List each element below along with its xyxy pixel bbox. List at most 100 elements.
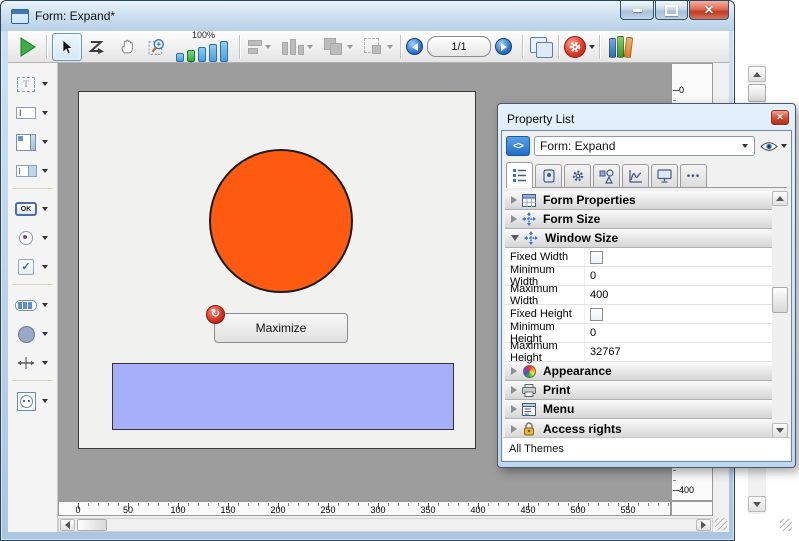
toolbox-item-label[interactable]: T xyxy=(8,71,57,97)
scroll-right-button[interactable] xyxy=(696,519,711,531)
pan-tool-button[interactable] xyxy=(112,33,142,61)
library-button[interactable] xyxy=(609,36,633,58)
window-resize-grip[interactable] xyxy=(715,518,727,530)
panel-status-bar: All Themes xyxy=(503,437,790,460)
tab-more[interactable]: ••• xyxy=(680,164,707,187)
zoom-tool-button[interactable] xyxy=(142,33,172,61)
toolbox-item-socket[interactable] xyxy=(8,388,57,414)
dropdown-arrow-icon[interactable] xyxy=(42,169,48,173)
group-menu[interactable]: Menu xyxy=(505,400,778,419)
ellipse-widget[interactable] xyxy=(209,149,353,293)
dropdown-arrow-icon[interactable] xyxy=(42,82,48,86)
group-form-size[interactable]: Form Size xyxy=(505,210,778,229)
fixed-width-checkbox[interactable] xyxy=(590,251,603,264)
property-row-maximum-height[interactable]: Maximum Height 32767 xyxy=(505,343,778,362)
object-selector-combobox[interactable]: Form: Expand xyxy=(534,136,755,156)
rectangle-widget[interactable] xyxy=(112,363,454,430)
toolbox-item-text-edit[interactable]: I xyxy=(8,100,57,126)
minimum-height-value[interactable]: 0 xyxy=(584,324,778,342)
form-surface[interactable]: ↻ Maximize xyxy=(78,91,476,449)
zoom-level-control[interactable]: 100% xyxy=(176,31,231,62)
align-tool-button-disabled xyxy=(248,40,271,54)
magnifier-icon xyxy=(148,37,167,56)
page-indicator[interactable]: 1/1 xyxy=(427,36,491,57)
run-button[interactable] xyxy=(12,33,42,61)
toolbox-item-radio-button[interactable] xyxy=(8,225,57,251)
scroll-thumb[interactable] xyxy=(77,519,107,531)
dropdown-arrow-icon[interactable] xyxy=(42,140,48,144)
maximize-button[interactable] xyxy=(655,1,688,20)
tab-order-tool-button[interactable] xyxy=(82,33,112,61)
bg-scroll-up-button[interactable] xyxy=(748,66,766,82)
dropdown-arrow-icon[interactable] xyxy=(42,236,48,240)
dropdown-arrow-icon[interactable] xyxy=(42,303,48,307)
group-print[interactable]: Print xyxy=(505,381,778,400)
expander-collapsed-icon xyxy=(511,405,517,413)
close-button[interactable]: ✕ xyxy=(689,1,729,20)
toolbox-item-check-box[interactable]: ✓ xyxy=(8,254,57,280)
dropdown-arrow-icon[interactable] xyxy=(42,399,48,403)
tab-display[interactable] xyxy=(651,164,678,187)
dropdown-arrow-icon[interactable] xyxy=(42,265,48,269)
property-grid: Form Properties Form Size Window Size Fi… xyxy=(505,191,778,438)
property-grid-scrollbar[interactable] xyxy=(772,191,788,438)
grid-scroll-up-button[interactable] xyxy=(772,191,788,206)
toolbox-item-list-box[interactable] xyxy=(8,129,57,155)
dropdown-arrow-icon[interactable] xyxy=(42,111,48,115)
background-window-resize-grip[interactable] xyxy=(780,519,792,531)
toolbox-item-splitter[interactable] xyxy=(8,350,57,376)
toolbox-item-combo-box[interactable]: I xyxy=(8,158,57,184)
next-page-button[interactable] xyxy=(495,38,512,55)
group-appearance[interactable]: Appearance xyxy=(505,362,778,381)
previous-page-button[interactable] xyxy=(406,38,423,55)
title-bar[interactable]: Form: Expand* ✕ xyxy=(1,1,734,31)
maximum-width-value[interactable]: 400 xyxy=(584,286,778,304)
visibility-dropdown-arrow-icon[interactable] xyxy=(781,144,787,148)
group-window-size[interactable]: Window Size xyxy=(505,229,778,248)
zoom-bars[interactable] xyxy=(176,41,231,62)
grid-scroll-down-button[interactable] xyxy=(772,423,788,438)
zoom-bar[interactable] xyxy=(209,44,217,62)
zoom-bar[interactable] xyxy=(198,47,206,62)
horizontal-scrollbar[interactable] xyxy=(58,518,713,532)
maximize-widget-button[interactable]: ↻ Maximize xyxy=(214,313,348,343)
toolbox-item-ellipse[interactable] xyxy=(8,321,57,347)
settings-dropdown-arrow-icon[interactable] xyxy=(589,45,595,49)
bg-scroll-thumb[interactable] xyxy=(748,84,766,102)
visibility-eye-icon[interactable] xyxy=(760,141,778,152)
maximum-height-value[interactable]: 32767 xyxy=(584,343,778,361)
tab-curve[interactable] xyxy=(622,164,649,187)
settings-button[interactable] xyxy=(564,36,586,58)
panel-title-bar[interactable]: Property List ✕ xyxy=(501,107,792,130)
fixed-height-checkbox[interactable] xyxy=(590,308,603,321)
dropdown-arrow-icon[interactable] xyxy=(42,361,48,365)
select-tool-button[interactable] xyxy=(52,33,82,61)
radio-button-icon xyxy=(19,231,33,245)
tab-objects[interactable] xyxy=(593,164,620,187)
expander-collapsed-icon xyxy=(511,367,517,375)
zoom-bar[interactable] xyxy=(220,41,228,62)
property-list-window[interactable]: Property List ✕ <> Form: Expand xyxy=(497,103,796,468)
bg-scroll-down-button[interactable] xyxy=(748,496,766,512)
pages-button[interactable] xyxy=(528,36,554,58)
group-access-rights[interactable]: Access rights xyxy=(505,419,778,438)
dropdown-arrow-icon[interactable] xyxy=(42,332,48,336)
dropdown-arrow-icon[interactable] xyxy=(42,207,48,211)
minimum-width-value[interactable]: 0 xyxy=(584,267,778,285)
zoom-bar[interactable] xyxy=(176,53,184,62)
ruler-label: 400 xyxy=(679,485,694,495)
group-form-properties[interactable]: Form Properties xyxy=(505,191,778,210)
toolbox-item-button[interactable]: OK xyxy=(8,196,57,222)
zoom-bar-current[interactable] xyxy=(187,50,195,62)
tab-property-list[interactable] xyxy=(506,162,533,188)
tab-settings-gear[interactable] xyxy=(564,164,591,187)
progress-bar-icon xyxy=(15,300,37,311)
minimize-button[interactable] xyxy=(620,1,654,20)
tab-data-book[interactable] xyxy=(535,164,562,187)
toolbox-item-progress-bar[interactable] xyxy=(8,292,57,318)
grid-scroll-thumb[interactable] xyxy=(772,287,788,313)
scroll-left-button[interactable] xyxy=(60,519,75,531)
code-view-button[interactable]: <> xyxy=(506,136,530,156)
panel-close-button[interactable]: ✕ xyxy=(771,110,789,125)
property-row-maximum-width[interactable]: Maximum Width 400 xyxy=(505,286,778,305)
